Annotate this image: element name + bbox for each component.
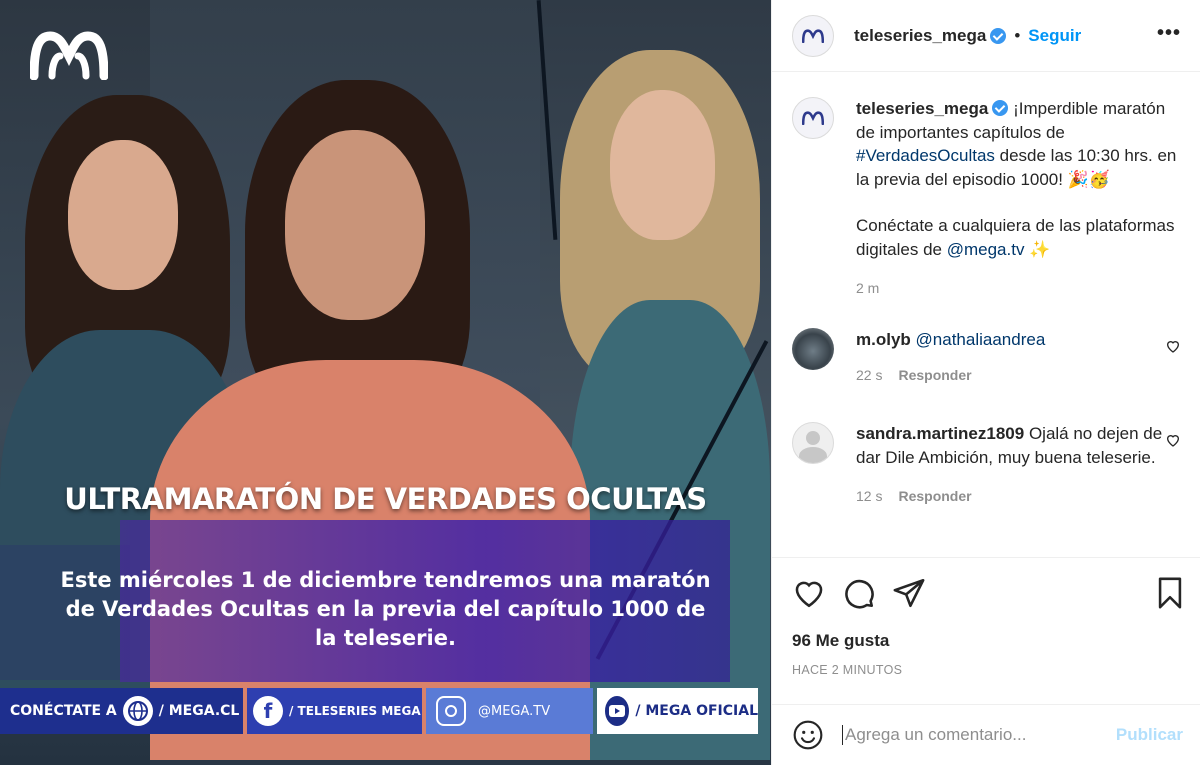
like-comment-heart-icon[interactable]	[1165, 338, 1181, 354]
commenter-avatar-placeholder[interactable]	[792, 422, 834, 464]
likes-count[interactable]: 96 Me gusta	[792, 631, 889, 651]
verified-badge-icon	[990, 27, 1007, 44]
caption-time: 2 m	[856, 280, 880, 296]
comment-bubble-icon[interactable]	[842, 576, 876, 610]
profile-avatar[interactable]	[792, 14, 834, 57]
share-send-icon[interactable]	[892, 576, 926, 610]
comment-mention[interactable]: @nathaliaandrea	[916, 330, 1046, 349]
header-username[interactable]: teleseries_mega	[854, 26, 986, 46]
facebook-icon: f	[253, 696, 283, 726]
globe-icon	[122, 696, 153, 726]
caption-body: teleseries_mega ¡Imperdible maratón de i…	[856, 97, 1181, 301]
footer-instagram: @MEGA.TV	[426, 688, 593, 734]
save-bookmark-icon[interactable]	[1153, 576, 1187, 610]
caption-text-4: ✨	[1024, 239, 1051, 259]
post-actions: 96 Me gusta HACE 2 MINUTOS	[772, 557, 1200, 697]
post-image[interactable]: ULTRAMARATÓN DE VERDADES OCULTAS Este mi…	[0, 0, 771, 765]
commenter-avatar[interactable]	[792, 328, 834, 370]
like-comment-heart-icon[interactable]	[1165, 432, 1181, 448]
verified-badge-icon	[992, 100, 1009, 116]
youtube-icon	[605, 696, 630, 726]
comment-row: sandra.martinez1809 Ojalá no dejen de da…	[792, 422, 1181, 509]
footer-instagram-label: @MEGA.TV	[478, 703, 551, 719]
caption-avatar[interactable]	[792, 97, 834, 139]
instagram-icon	[436, 696, 466, 726]
comment-time: 22 s	[856, 366, 883, 383]
comment-row: m.olyb @nathaliaandrea 22 s Responder	[792, 328, 1181, 387]
like-heart-icon[interactable]	[792, 576, 826, 610]
hashtag-link[interactable]: #VerdadesOcultas	[856, 146, 995, 165]
caption: teleseries_mega ¡Imperdible maratón de i…	[792, 97, 1181, 301]
comment-username[interactable]: sandra.martinez1809	[856, 424, 1024, 443]
footer-facebook-label: / TELESERIES MEGA	[289, 704, 421, 718]
comment-time: 12 s	[856, 488, 883, 504]
add-comment-bar: Publicar	[772, 704, 1200, 765]
separator-dot: •	[1014, 25, 1021, 45]
footer-youtube: / MEGA OFICIAL	[597, 688, 758, 734]
footer-website: CONÉCTATE A / MEGA.CL	[0, 688, 243, 734]
mega-logo-icon	[30, 31, 108, 80]
reply-button[interactable]: Responder	[898, 367, 971, 383]
comment-body: sandra.martinez1809 Ojalá no dejen de da…	[856, 422, 1181, 509]
reply-button[interactable]: Responder	[898, 488, 971, 504]
footer-site-label: / MEGA.CL	[158, 703, 240, 719]
comment-username[interactable]: m.olyb	[856, 330, 911, 349]
more-options-icon[interactable]: •••	[1157, 22, 1181, 45]
footer-connect-label: CONÉCTATE A	[10, 703, 117, 719]
post-footer-bar: CONÉCTATE A / MEGA.CL f / TELESERIES MEG…	[0, 688, 771, 736]
comment-input[interactable]	[842, 725, 1097, 745]
comment-body: m.olyb @nathaliaandrea 22 s Responder	[856, 328, 1181, 387]
emoji-icon[interactable]	[792, 719, 824, 751]
post-headline: ULTRAMARATÓN DE VERDADES OCULTAS	[64, 482, 707, 516]
post-sidebar: teleseries_mega • Seguir ••• teleseries_…	[771, 0, 1200, 765]
mention-link[interactable]: @mega.tv	[947, 240, 1025, 259]
post-subline: Este miércoles 1 de diciembre tendremos …	[60, 568, 711, 650]
follow-button[interactable]: Seguir	[1028, 26, 1081, 46]
post-header: teleseries_mega • Seguir •••	[772, 0, 1200, 72]
footer-facebook: f / TELESERIES MEGA	[247, 688, 422, 734]
comments-section[interactable]: teleseries_mega ¡Imperdible maratón de i…	[772, 73, 1200, 557]
footer-youtube-label: / MEGA OFICIAL	[635, 703, 758, 719]
caption-username[interactable]: teleseries_mega	[856, 99, 988, 118]
publish-button[interactable]: Publicar	[1116, 725, 1183, 745]
post-time-ago[interactable]: HACE 2 MINUTOS	[792, 663, 902, 677]
